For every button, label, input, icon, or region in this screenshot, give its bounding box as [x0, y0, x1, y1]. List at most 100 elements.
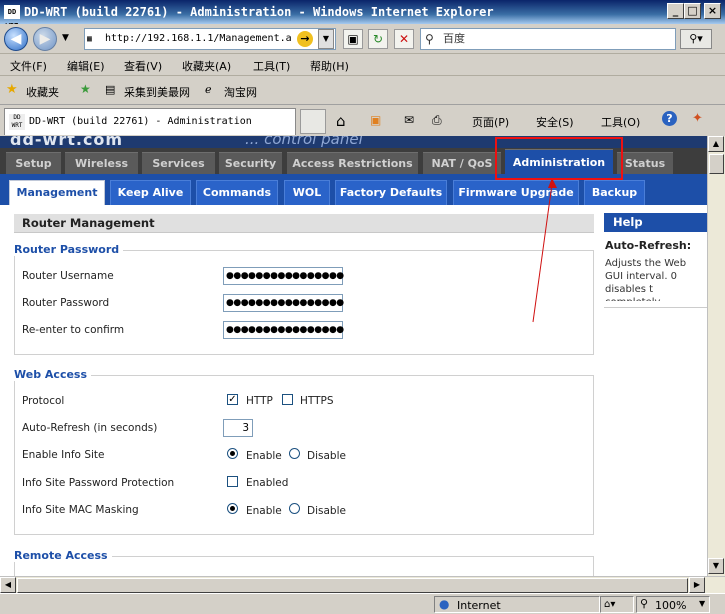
- mail-icon[interactable]: ✉: [404, 113, 414, 127]
- subtab-firmware-upgrade[interactable]: Firmware Upgrade: [453, 180, 579, 205]
- menu-tools[interactable]: 工具(T): [253, 58, 290, 74]
- refresh-icon[interactable]: ↻: [368, 29, 388, 49]
- subtab-backup[interactable]: Backup: [584, 180, 645, 205]
- tab-setup[interactable]: Setup: [6, 152, 61, 174]
- subtab-keep-alive[interactable]: Keep Alive: [110, 180, 191, 205]
- info-site-enable-radio[interactable]: [227, 448, 238, 459]
- menu-favorites[interactable]: 收藏夹(A): [182, 58, 231, 74]
- tab-access-restrictions[interactable]: Access Restrictions: [287, 152, 418, 174]
- feeds-icon[interactable]: ▣: [370, 113, 381, 127]
- minimize-button[interactable]: _: [667, 3, 684, 19]
- menu-bar: 文件(F) 编辑(E) 查看(V) 收藏夹(A) 工具(T) 帮助(H): [0, 54, 725, 76]
- star-icon: ★: [6, 82, 18, 97]
- page-viewport: dd-wrt.com ... control panel Setup Wirel…: [0, 136, 707, 576]
- menu-edit[interactable]: 编辑(E): [67, 58, 105, 74]
- maximize-button[interactable]: □: [684, 3, 701, 19]
- menu-file[interactable]: 文件(F): [10, 58, 47, 74]
- tab-status[interactable]: Status: [617, 152, 673, 174]
- enable-label: Enable: [246, 450, 282, 462]
- tab-services[interactable]: Services: [142, 152, 215, 174]
- ie-page-icon: ℯ: [205, 83, 212, 96]
- tab-nat-qos[interactable]: NAT / QoS: [423, 152, 501, 174]
- enable-label: Enable: [246, 505, 282, 517]
- back-icon[interactable]: ◀: [4, 27, 28, 51]
- confirm-password-label: Re-enter to confirm: [22, 324, 125, 336]
- https-label: HTTPS: [300, 395, 334, 407]
- page-icon: ▦: [87, 34, 92, 43]
- http-checkbox[interactable]: ✓: [227, 394, 238, 405]
- print-icon[interactable]: ⎙: [432, 113, 442, 128]
- section-title: Router Management: [14, 214, 594, 233]
- globe-icon: ●: [439, 597, 450, 611]
- zoom-dropdown-icon: ▼: [699, 599, 706, 608]
- safety-menu[interactable]: 安全(S): [536, 114, 574, 130]
- zoom-level: 100%: [655, 599, 687, 612]
- stop-icon[interactable]: ✕: [394, 29, 414, 49]
- tools-menu[interactable]: 工具(O): [601, 114, 640, 130]
- info-site-password-checkbox[interactable]: [227, 476, 238, 487]
- tab-security[interactable]: Security: [219, 152, 282, 174]
- scroll-down-icon[interactable]: ▼: [708, 558, 724, 574]
- page-link-icon: ▤: [105, 83, 116, 96]
- scroll-right-icon[interactable]: ▶: [689, 577, 705, 593]
- mac-masking-enable-radio[interactable]: [227, 503, 238, 514]
- horizontal-scroll-thumb[interactable]: [17, 578, 688, 593]
- search-input[interactable]: ⚲ 百度: [420, 28, 676, 50]
- protocol-label: Protocol: [22, 395, 65, 407]
- router-username-input[interactable]: ●●●●●●●●●●●●●●●●: [223, 267, 344, 285]
- compat-view-icon[interactable]: ▣: [343, 29, 363, 49]
- help-icon[interactable]: ?: [662, 111, 677, 126]
- zone-panel: ● Internet: [434, 596, 600, 613]
- vertical-scroll-thumb[interactable]: [709, 154, 724, 174]
- enabled-label: Enabled: [246, 477, 289, 489]
- subtab-management[interactable]: Management: [9, 180, 105, 205]
- favorite-link[interactable]: 淘宝网: [224, 84, 257, 100]
- protected-mode-icon[interactable]: ⌂▾: [600, 596, 634, 613]
- new-tab-button[interactable]: [300, 109, 326, 134]
- annotation-highlight-box: [495, 137, 623, 180]
- scroll-left-icon[interactable]: ◀: [0, 577, 16, 593]
- disable-label: Disable: [307, 450, 346, 462]
- confirm-password-input[interactable]: ●●●●●●●●●●●●●●●●: [223, 321, 344, 339]
- help-panel: Help Auto-Refresh: Adjusts the Web GUI i…: [604, 213, 707, 308]
- zoom-icon: ⚲: [640, 597, 649, 610]
- go-icon[interactable]: →: [297, 31, 313, 47]
- search-button[interactable]: ⚲▾: [680, 29, 712, 49]
- address-dropdown-icon[interactable]: ▼: [318, 29, 334, 49]
- subtab-commands[interactable]: Commands: [196, 180, 278, 205]
- tab-active[interactable]: DD WRT DD-WRT (build 22761) - Administra…: [4, 108, 296, 135]
- close-button[interactable]: ×: [704, 3, 721, 19]
- https-checkbox[interactable]: [282, 394, 293, 405]
- history-dropdown-icon[interactable]: ▼: [62, 33, 69, 43]
- favorites-bar: ★ 收藏夹 ★ ▤ 采集到美最网 ℯ 淘宝网: [0, 77, 725, 105]
- zoom-control[interactable]: ⚲ 100% ▼: [636, 596, 710, 613]
- favorite-link[interactable]: 采集到美最网: [124, 84, 190, 100]
- search-icon: ⚲: [425, 32, 434, 46]
- page-menu[interactable]: 页面(P): [472, 114, 509, 130]
- horizontal-scrollbar[interactable]: ◀ ▶: [0, 576, 725, 593]
- research-icon[interactable]: ✦: [692, 111, 703, 126]
- help-title: Help: [604, 213, 707, 232]
- scroll-up-icon[interactable]: ▲: [708, 136, 724, 152]
- menu-help[interactable]: 帮助(H): [310, 58, 349, 74]
- window-title: DD-WRT (build 22761) - Administration - …: [24, 5, 494, 19]
- help-subtitle: Auto-Refresh:: [605, 239, 692, 252]
- auto-refresh-input[interactable]: 3: [223, 419, 253, 437]
- window-title-bar[interactable]: DD WRT DD-WRT (build 22761) - Administra…: [0, 0, 725, 30]
- vertical-scrollbar[interactable]: ▲ ▼: [707, 136, 725, 576]
- favorites-button[interactable]: 收藏夹: [26, 84, 59, 100]
- mac-masking-disable-radio[interactable]: [289, 503, 300, 514]
- forward-icon[interactable]: ▶: [33, 27, 57, 51]
- info-site-disable-radio[interactable]: [289, 448, 300, 459]
- menu-view[interactable]: 查看(V): [124, 58, 162, 74]
- add-favorite-icon[interactable]: ★: [80, 82, 91, 96]
- router-password-input[interactable]: ●●●●●●●●●●●●●●●●: [223, 294, 344, 312]
- disable-label: Disable: [307, 505, 346, 517]
- subtab-factory-defaults[interactable]: Factory Defaults: [335, 180, 447, 205]
- home-icon[interactable]: ⌂: [336, 112, 346, 130]
- zone-label: Internet: [457, 599, 501, 612]
- subtab-wol[interactable]: WOL: [284, 180, 330, 205]
- navigation-bar: ◀ ▶ ▼ ▦ http://192.168.1.1/Management.a …: [0, 24, 725, 54]
- mac-masking-label: Info Site MAC Masking: [22, 504, 139, 516]
- tab-wireless[interactable]: Wireless: [65, 152, 138, 174]
